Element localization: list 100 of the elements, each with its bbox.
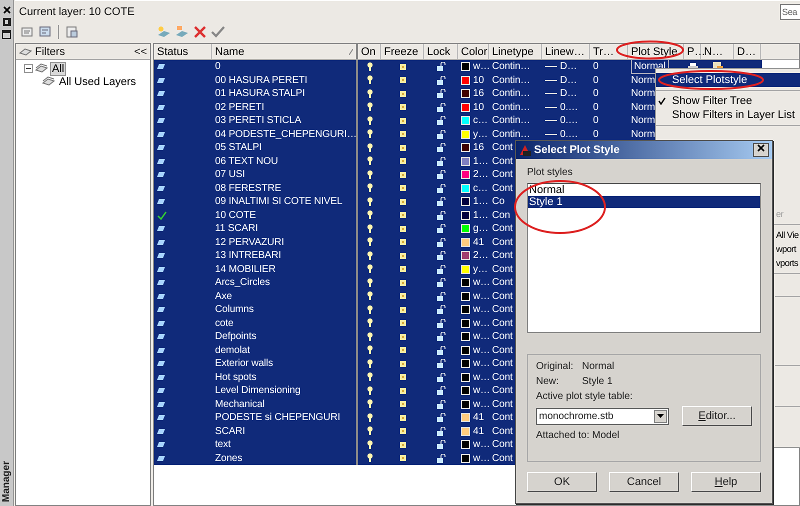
app-icon <box>519 144 531 156</box>
layer-name: 0 <box>215 60 220 74</box>
lineweight-text: D… <box>560 74 578 87</box>
color-name: w… <box>473 303 490 316</box>
color-name: y… <box>473 128 488 141</box>
column-header[interactable]: D… <box>734 44 761 59</box>
close-button[interactable] <box>753 143 769 157</box>
linetype-text: Cont <box>492 384 513 398</box>
lineweight-text: D… <box>560 87 578 100</box>
column-header[interactable]: Color <box>458 44 489 59</box>
linetype-text: Contin… <box>492 74 530 87</box>
layer-name: Mechanical <box>215 398 265 411</box>
layer-name: cote <box>215 316 234 330</box>
lineweight-line-icon <box>545 119 557 122</box>
new-filter-icon[interactable] <box>20 25 34 39</box>
color-name: 16 <box>473 87 484 100</box>
group-filter-icon[interactable] <box>38 25 52 39</box>
column-header[interactable]: Plot Style <box>628 44 684 59</box>
linetype-text: Cont <box>492 276 513 290</box>
layer-name: 12 PERVAZURI <box>215 236 284 249</box>
layer-name: Columns <box>215 303 254 316</box>
layer-name: 08 FERESTRE <box>215 182 282 195</box>
new-viewport-layer-icon[interactable] <box>175 25 189 39</box>
dialog-button[interactable]: OK <box>527 472 597 492</box>
color-name: g… <box>473 222 488 236</box>
column-header[interactable]: Freeze <box>381 44 424 59</box>
checkmark-icon[interactable] <box>211 25 225 39</box>
linetype-text: Cont <box>492 398 513 411</box>
color-name: 1… <box>473 208 488 222</box>
plot-style-table-dropdown[interactable]: monochrome.stb <box>536 408 669 424</box>
layers-icon <box>35 63 48 74</box>
lineweight-text: 0.… <box>560 128 578 141</box>
linetype-text: Cont <box>492 290 513 303</box>
delete-icon[interactable] <box>193 25 207 39</box>
linetype-text: Cont <box>492 222 513 236</box>
dialog-button[interactable]: Cancel <box>609 472 679 492</box>
field-label: New: <box>536 376 560 387</box>
sort-icon <box>349 48 353 54</box>
dialog-title: Select Plot Style <box>519 144 620 156</box>
linetype-text: Cont <box>492 236 513 249</box>
column-header[interactable]: Tr… <box>590 44 628 59</box>
lineweight-text: 0.… <box>560 114 578 128</box>
column-header[interactable]: N… <box>701 44 734 59</box>
layer-name: Axe <box>215 290 232 303</box>
column-header[interactable]: Linetype <box>489 44 542 59</box>
search-field[interactable]: Sea <box>780 4 800 20</box>
color-name: w… <box>473 316 490 330</box>
layer-name: 14 MOBILIER <box>215 262 276 276</box>
column-header[interactable]: Status <box>154 44 212 59</box>
color-name: w… <box>473 398 490 411</box>
plot-style-text: Norm <box>631 87 656 100</box>
states-manager-icon[interactable] <box>65 25 79 39</box>
close-icon <box>757 144 765 152</box>
new-layer-icon[interactable] <box>157 25 171 39</box>
color-name: w… <box>473 370 490 384</box>
lineweight-line-icon <box>545 106 557 109</box>
color-name: c… <box>473 182 488 195</box>
plot-style-text: Norm <box>631 74 656 87</box>
field-value: Normal <box>582 361 614 372</box>
editor-button[interactable]: Editor... <box>682 406 752 426</box>
layer-name: 03 PERETI STICLA <box>215 114 302 128</box>
layer-name: 05 STALPI <box>215 141 262 154</box>
collapse-button[interactable]: << <box>134 46 147 58</box>
linetype-text: Cont <box>492 452 513 465</box>
layer-name: 04 PODESTE_CHEPENGURI… <box>215 128 357 141</box>
column-header[interactable]: Linew… <box>542 44 590 59</box>
plot-style-text: Norm <box>631 100 656 114</box>
color-name: 41 <box>473 236 484 249</box>
column-header[interactable]: On <box>358 44 381 59</box>
color-name: 41 <box>473 411 484 424</box>
layer-name: demolat <box>215 344 250 357</box>
tree-item[interactable]: All <box>50 62 66 76</box>
tree-item[interactable]: All Used Layers <box>57 74 138 88</box>
layer-name: 09 INALTIMI SI COTE NIVEL <box>215 195 342 208</box>
layer-name: 02 PERETI <box>215 100 264 114</box>
panel-icon <box>2 18 10 26</box>
color-name: w… <box>473 438 490 452</box>
transparency-text: 0 <box>593 74 598 87</box>
color-name: w… <box>473 384 490 398</box>
color-name: w… <box>473 452 490 465</box>
layer-name: 10 COTE <box>215 208 256 222</box>
linetype-text: Con <box>492 208 510 222</box>
plot-style-list[interactable]: Normal Style 1 <box>527 183 761 333</box>
list-item[interactable]: Style 1 <box>528 196 760 208</box>
column-header[interactable]: Lock <box>424 44 458 59</box>
transparency-text: 0 <box>593 60 598 74</box>
dialog-button[interactable]: Help <box>691 472 761 492</box>
linetype-text: Cont <box>492 168 513 182</box>
linetype-text: Cont <box>492 316 513 330</box>
menu-item[interactable]: Select Plotstyle <box>656 73 800 87</box>
layer-name: 00 HASURA PERETI <box>215 74 308 87</box>
attached-text: Attached to: Model <box>536 430 620 441</box>
linetype-text: Cont <box>492 262 513 276</box>
linetype-text: Cont <box>492 154 513 168</box>
color-name: w… <box>473 357 490 370</box>
list-label: Plot styles <box>527 167 574 178</box>
lineweight-text: D… <box>560 60 578 74</box>
palette-title: Manager <box>1 460 12 502</box>
color-name: y… <box>473 262 488 276</box>
linetype-text: Cont <box>492 344 513 357</box>
